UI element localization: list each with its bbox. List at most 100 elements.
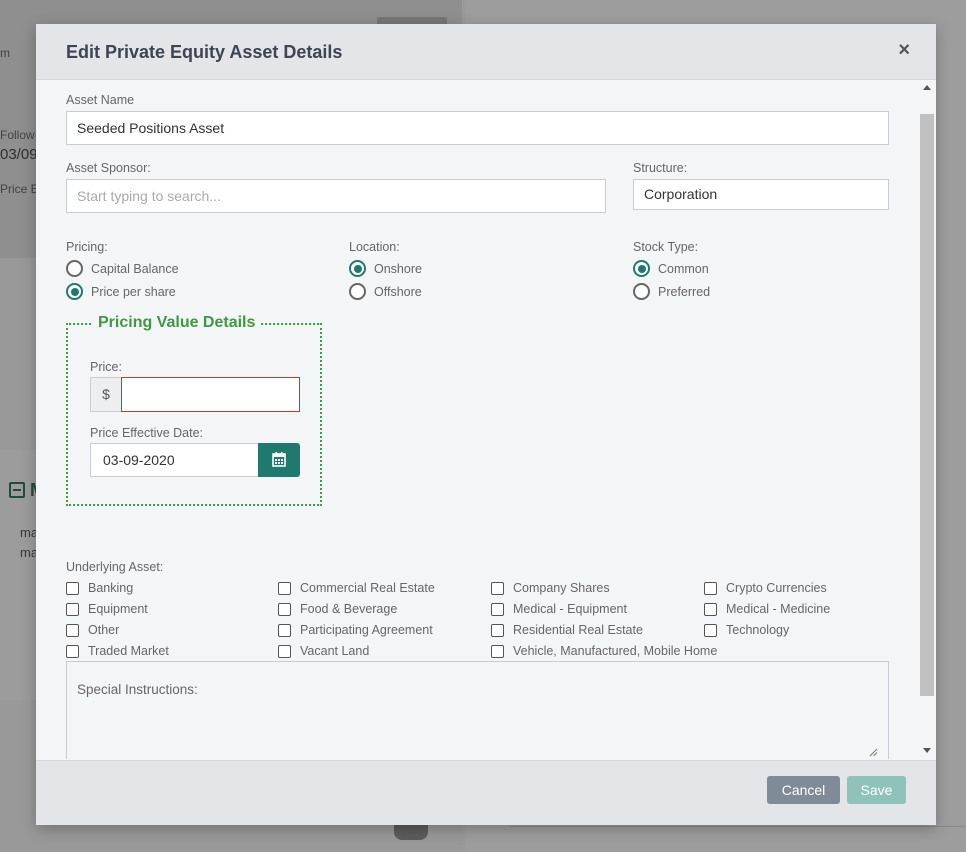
modal-scrollbar[interactable]: [919, 81, 936, 759]
checkbox-label: Medical - Medicine: [726, 602, 831, 616]
checkbox[interactable]: [66, 602, 79, 616]
radio-button[interactable]: [66, 260, 83, 277]
checkbox-other[interactable]: Other: [66, 623, 119, 637]
checkbox-label: Banking: [88, 581, 134, 595]
scrollbar-thumb[interactable]: [920, 114, 934, 696]
pricing-value-details-fieldset: Pricing Value Details Price: $ Price Eff…: [66, 314, 322, 506]
checkbox-label: Residential Real Estate: [513, 623, 643, 637]
checkbox[interactable]: [66, 644, 79, 658]
radio-button-selected[interactable]: [633, 260, 650, 277]
radio-button-selected[interactable]: [349, 260, 366, 277]
checkbox[interactable]: [491, 644, 504, 658]
pricing-value-details-legend: Pricing Value Details: [92, 314, 262, 332]
checkbox-label: Vacant Land: [300, 644, 370, 658]
checkbox-traded-market[interactable]: Traded Market: [66, 644, 169, 658]
asset-sponsor-label: Asset Sponsor:: [66, 161, 151, 175]
radio-label: Onshore: [374, 261, 422, 276]
special-instructions-textarea[interactable]: Special Instructions:: [66, 661, 889, 759]
radio-button-selected[interactable]: [66, 283, 83, 300]
background-text: Price E: [0, 182, 39, 196]
checkbox-company-shares[interactable]: Company Shares: [491, 581, 610, 595]
close-icon[interactable]: ×: [898, 39, 910, 62]
location-onshore-radio[interactable]: Onshore: [349, 260, 422, 277]
checkbox-vacant-land[interactable]: Vacant Land: [278, 644, 369, 658]
modal-header: Edit Private Equity Asset Details ×: [36, 24, 936, 80]
checkbox[interactable]: [491, 602, 504, 616]
checkbox[interactable]: [278, 623, 291, 637]
background-text: Follow-: [0, 128, 39, 142]
stock-type-common-radio[interactable]: Common: [633, 260, 709, 277]
checkbox-label: Commercial Real Estate: [300, 581, 435, 595]
special-instructions-label: Special Instructions:: [77, 682, 198, 697]
checkbox-crypto-currencies[interactable]: Crypto Currencies: [704, 581, 827, 595]
radio-label: Common: [658, 261, 709, 276]
checkbox[interactable]: [278, 602, 291, 616]
checkbox-medical-medicine[interactable]: Medical - Medicine: [704, 602, 830, 616]
checkbox[interactable]: [704, 623, 717, 637]
radio-button[interactable]: [633, 283, 650, 300]
price-effective-date-label: Price Effective Date:: [90, 426, 204, 440]
modal-body: Asset Name Seeded Positions Asset Asset …: [36, 81, 936, 759]
checkbox[interactable]: [491, 581, 504, 595]
checkbox-equipment[interactable]: Equipment: [66, 602, 148, 616]
checkbox[interactable]: [491, 623, 504, 637]
checkbox-residential-real-estate[interactable]: Residential Real Estate: [491, 623, 643, 637]
price-label: Price:: [90, 360, 122, 374]
collapse-icon: [9, 482, 25, 498]
location-label: Location:: [349, 240, 400, 254]
pricing-label: Pricing:: [66, 240, 108, 254]
asset-name-label: Asset Name: [66, 93, 135, 107]
checkbox-label: Traded Market: [88, 644, 169, 658]
checkbox-food-beverage[interactable]: Food & Beverage: [278, 602, 397, 616]
checkbox[interactable]: [66, 623, 79, 637]
modal-title: Edit Private Equity Asset Details: [66, 42, 343, 62]
checkbox-label: Company Shares: [513, 581, 610, 595]
asset-sponsor-input[interactable]: Start typing to search...: [66, 179, 606, 213]
radio-button[interactable]: [349, 283, 366, 300]
radio-label: Price per share: [91, 284, 176, 299]
asset-name-input[interactable]: Seeded Positions Asset: [66, 111, 889, 145]
checkbox[interactable]: [704, 602, 717, 616]
checkbox-commercial-real-estate[interactable]: Commercial Real Estate: [278, 581, 435, 595]
divider: [510, 826, 966, 827]
edit-asset-modal: Edit Private Equity Asset Details × Asse…: [36, 24, 936, 825]
checkbox-label: Technology: [726, 623, 790, 637]
underlying-asset-label: Underlying Asset:: [66, 560, 164, 574]
calendar-button[interactable]: [258, 443, 300, 477]
checkbox-label: Crypto Currencies: [726, 581, 827, 595]
resize-handle-icon[interactable]: [869, 748, 878, 757]
price-input[interactable]: [121, 377, 300, 412]
location-offshore-radio[interactable]: Offshore: [349, 283, 422, 300]
checkbox[interactable]: [278, 644, 291, 658]
scroll-up-arrow-icon[interactable]: [923, 85, 931, 90]
pricing-price-per-share-radio[interactable]: Price per share: [66, 283, 176, 300]
checkbox-label: Participating Agreement: [300, 623, 433, 637]
save-button[interactable]: Save: [847, 776, 906, 804]
checkbox-vehicle-manufactured-mobile-home[interactable]: Vehicle, Manufactured, Mobile Home: [491, 644, 717, 658]
structure-select[interactable]: Corporation: [633, 179, 889, 210]
checkbox-banking[interactable]: Banking: [66, 581, 133, 595]
checkbox-label: Vehicle, Manufactured, Mobile Home: [513, 644, 718, 658]
checkbox-participating-agreement[interactable]: Participating Agreement: [278, 623, 433, 637]
checkbox[interactable]: [704, 581, 717, 595]
background-text: 03/09: [0, 146, 38, 163]
cancel-button[interactable]: Cancel: [767, 776, 840, 804]
checkbox-label: Equipment: [88, 602, 148, 616]
checkbox-label: Medical - Equipment: [513, 602, 627, 616]
calendar-icon: [272, 452, 286, 467]
radio-label: Preferred: [658, 284, 711, 299]
structure-label: Structure:: [633, 161, 688, 175]
checkbox-medical-equipment[interactable]: Medical - Equipment: [491, 602, 627, 616]
stock-type-preferred-radio[interactable]: Preferred: [633, 283, 710, 300]
checkbox-label: Other: [88, 623, 120, 637]
checkbox[interactable]: [278, 581, 291, 595]
stock-type-label: Stock Type:: [633, 240, 699, 254]
modal-footer: Cancel Save: [36, 760, 936, 825]
checkbox[interactable]: [66, 581, 79, 595]
background-text: m: [0, 46, 10, 60]
checkbox-technology[interactable]: Technology: [704, 623, 789, 637]
price-effective-date-input[interactable]: 03-09-2020: [90, 443, 259, 477]
scroll-down-arrow-icon[interactable]: [923, 748, 931, 753]
radio-label: Offshore: [374, 284, 422, 299]
pricing-capital-balance-radio[interactable]: Capital Balance: [66, 260, 179, 277]
